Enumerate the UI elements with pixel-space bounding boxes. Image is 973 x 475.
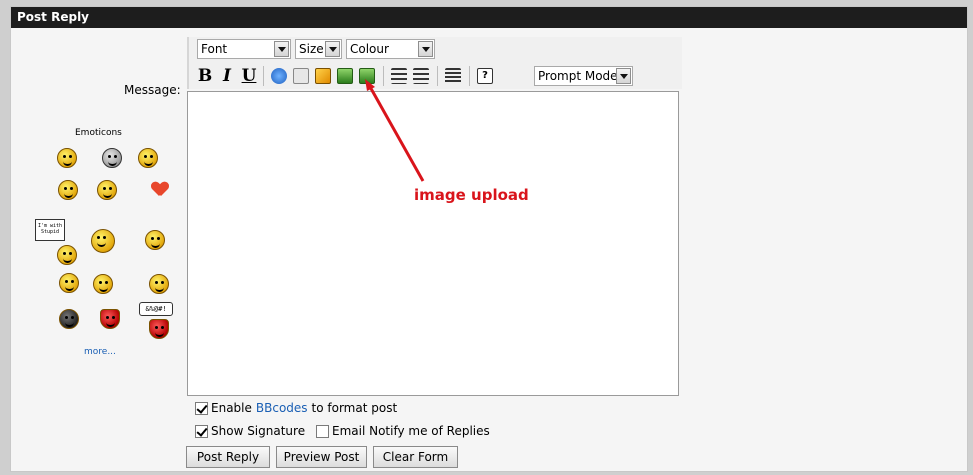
email-notify-label: Email Notify me of Replies <box>332 424 490 438</box>
ninja-emoticon-icon[interactable] <box>59 309 79 329</box>
enable-suffix: to format post <box>311 401 398 415</box>
chevron-down-icon <box>325 41 340 57</box>
email-notify-option[interactable]: Email Notify me of Replies <box>316 424 490 438</box>
prompt-mode-value: Prompt Mode <box>538 69 618 83</box>
toolbar-divider <box>469 66 470 86</box>
crying-emoticon-icon[interactable] <box>59 273 79 293</box>
colour-select[interactable]: Colour <box>346 39 435 59</box>
preview-post-button[interactable]: Preview Post <box>276 446 367 468</box>
annotation-label: image upload <box>414 186 529 204</box>
dizzy-emoticon-icon[interactable] <box>97 180 117 200</box>
annotation-arrow <box>365 79 425 182</box>
alien-emoticon-icon[interactable] <box>102 148 122 168</box>
insert-object-icon[interactable] <box>315 68 331 84</box>
grin-emoticon-icon[interactable] <box>149 274 169 294</box>
show-signature-option[interactable]: Show Signature <box>195 424 305 438</box>
insert-image-icon[interactable] <box>337 68 353 84</box>
emoticons-title: Emoticons <box>75 128 122 138</box>
show-signature-label: Show Signature <box>211 424 306 438</box>
tongue-emoticon-icon[interactable] <box>91 229 115 253</box>
enable-prefix: Enable <box>211 401 252 415</box>
toolbar-divider <box>263 66 264 86</box>
help-icon[interactable]: ? <box>477 68 493 84</box>
bold-button[interactable]: B <box>195 66 215 86</box>
chevron-down-icon <box>418 41 433 57</box>
size-select[interactable]: Size <box>295 39 342 59</box>
shocked-emoticon-icon[interactable] <box>58 180 78 200</box>
colour-select-value: Colour <box>350 42 389 56</box>
hyperlink-icon[interactable] <box>271 68 287 84</box>
toolbar-divider <box>437 66 438 86</box>
post-reply-panel: Post Reply Message: Font Size Colour B I… <box>10 6 968 472</box>
wave-emoticon-icon[interactable] <box>57 148 77 168</box>
email-link-icon[interactable] <box>293 68 309 84</box>
underline-button[interactable]: U <box>239 66 259 86</box>
panel-header: Post Reply <box>11 7 967 28</box>
devil-emoticon-icon[interactable] <box>100 309 120 329</box>
show-signature-checkbox[interactable] <box>195 424 208 438</box>
prompt-mode-select[interactable]: Prompt Mode <box>534 66 633 86</box>
font-select[interactable]: Font <box>197 39 291 59</box>
format-buttons-row: B I U ? Prompt Mode <box>193 64 679 88</box>
editor-toolbar: Font Size Colour B I U ? Prompt Mode <box>187 37 682 89</box>
laugh-emoticon-icon[interactable] <box>145 230 165 250</box>
enable-bbcodes-option[interactable]: Enable BBcodes to format post <box>195 401 397 415</box>
swearing-emoticon-icon[interactable] <box>149 319 169 339</box>
sign-holder-emoticon-icon[interactable] <box>57 245 77 265</box>
blush-emoticon-icon[interactable] <box>93 274 113 294</box>
heart-emoticon-icon[interactable] <box>152 182 168 198</box>
chevron-down-icon <box>616 68 631 84</box>
scared-emoticon-icon[interactable] <box>138 148 158 168</box>
clear-form-button[interactable]: Clear Form <box>373 446 458 468</box>
stupid-sign-emoticon-icon[interactable]: I'm with Stupid <box>35 219 65 241</box>
align-justify-icon[interactable] <box>445 68 461 84</box>
font-select-value: Font <box>201 42 228 56</box>
more-emoticons-link[interactable]: more... <box>84 347 116 357</box>
swearing-bubble: &%@#! <box>139 302 173 316</box>
italic-button[interactable]: I <box>217 66 237 86</box>
chevron-down-icon <box>274 41 289 57</box>
enable-bbcodes-checkbox[interactable] <box>195 401 208 415</box>
email-notify-checkbox[interactable] <box>316 424 329 438</box>
size-select-value: Size <box>299 42 324 56</box>
message-label: Message: <box>124 83 181 97</box>
post-reply-button[interactable]: Post Reply <box>186 446 270 468</box>
bbcodes-link[interactable]: BBcodes <box>256 401 308 415</box>
sign-text: I'm with Stupid <box>37 223 63 235</box>
message-textarea[interactable] <box>187 91 679 396</box>
